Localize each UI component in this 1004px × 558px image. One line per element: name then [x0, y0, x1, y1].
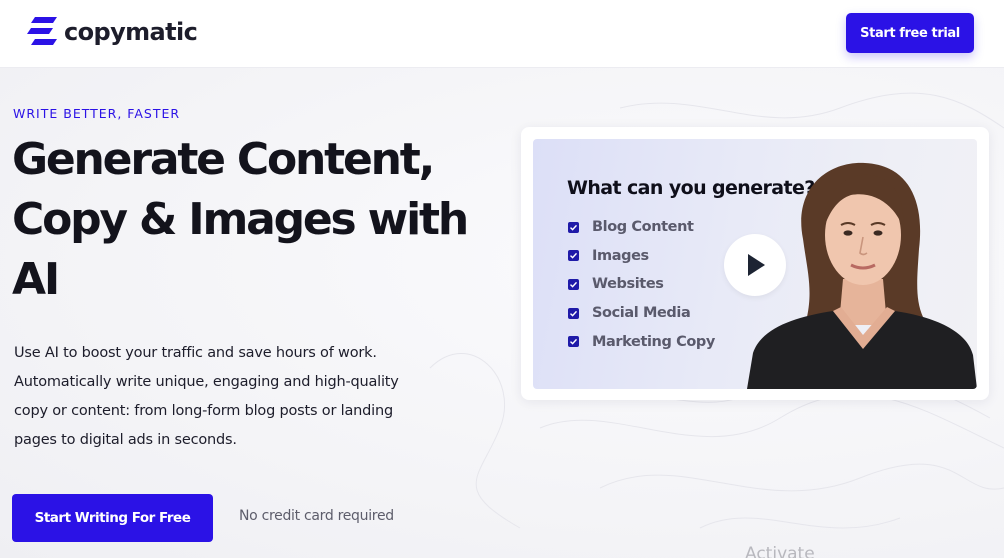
headline-line: Generate Content, — [12, 134, 435, 185]
video-card: What can you generate? Blog Content Imag… — [521, 127, 989, 400]
headline-line: AI — [12, 254, 60, 305]
brand-logo[interactable]: copymatic — [27, 15, 198, 49]
description-line: Use AI to boost your traffic and save ho… — [14, 345, 377, 361]
no-credit-card-note: No credit card required — [239, 508, 394, 524]
generate-list: Blog Content Images Websites Social Medi… — [568, 213, 715, 356]
description-line: Automatically write unique, engaging and… — [14, 374, 399, 390]
copymatic-logo-icon — [27, 17, 57, 45]
video-thumbnail[interactable]: What can you generate? Blog Content Imag… — [533, 139, 977, 389]
list-item-label: Social Media — [592, 305, 691, 322]
start-free-trial-button[interactable]: Start free trial — [846, 13, 974, 53]
list-item: Websites — [568, 270, 715, 299]
checkbox-checked-icon — [568, 307, 579, 319]
checkbox-checked-icon — [568, 336, 579, 348]
list-item-label: Blog Content — [592, 219, 694, 236]
description-line: copy or content: from long-form blog pos… — [14, 403, 393, 419]
checkbox-checked-icon — [568, 278, 579, 290]
headline-line: Copy & Images with — [12, 194, 469, 245]
brand-name: copymatic — [64, 18, 198, 46]
list-item: Blog Content — [568, 213, 715, 242]
play-button[interactable] — [724, 234, 786, 296]
hero-description: Use AI to boost your traffic and save ho… — [14, 339, 434, 455]
list-item-label: Images — [592, 247, 649, 264]
site-header: copymatic Start free trial — [0, 0, 1004, 68]
description-line: pages to digital ads in seconds. — [14, 432, 237, 448]
hero-eyebrow: WRITE BETTER, FASTER — [13, 106, 181, 121]
checkbox-checked-icon — [568, 221, 579, 233]
list-item: Marketing Copy — [568, 327, 715, 356]
activate-windows-watermark: Activate — [745, 544, 815, 558]
list-item-label: Websites — [592, 276, 664, 293]
hero-headline: Generate Content, Copy & Images with AI — [12, 130, 492, 310]
start-writing-button[interactable]: Start Writing For Free — [12, 494, 213, 542]
list-item: Images — [568, 242, 715, 271]
list-item: Social Media — [568, 299, 715, 328]
play-icon — [748, 254, 765, 276]
list-item-label: Marketing Copy — [592, 333, 715, 350]
checkbox-checked-icon — [568, 250, 579, 262]
